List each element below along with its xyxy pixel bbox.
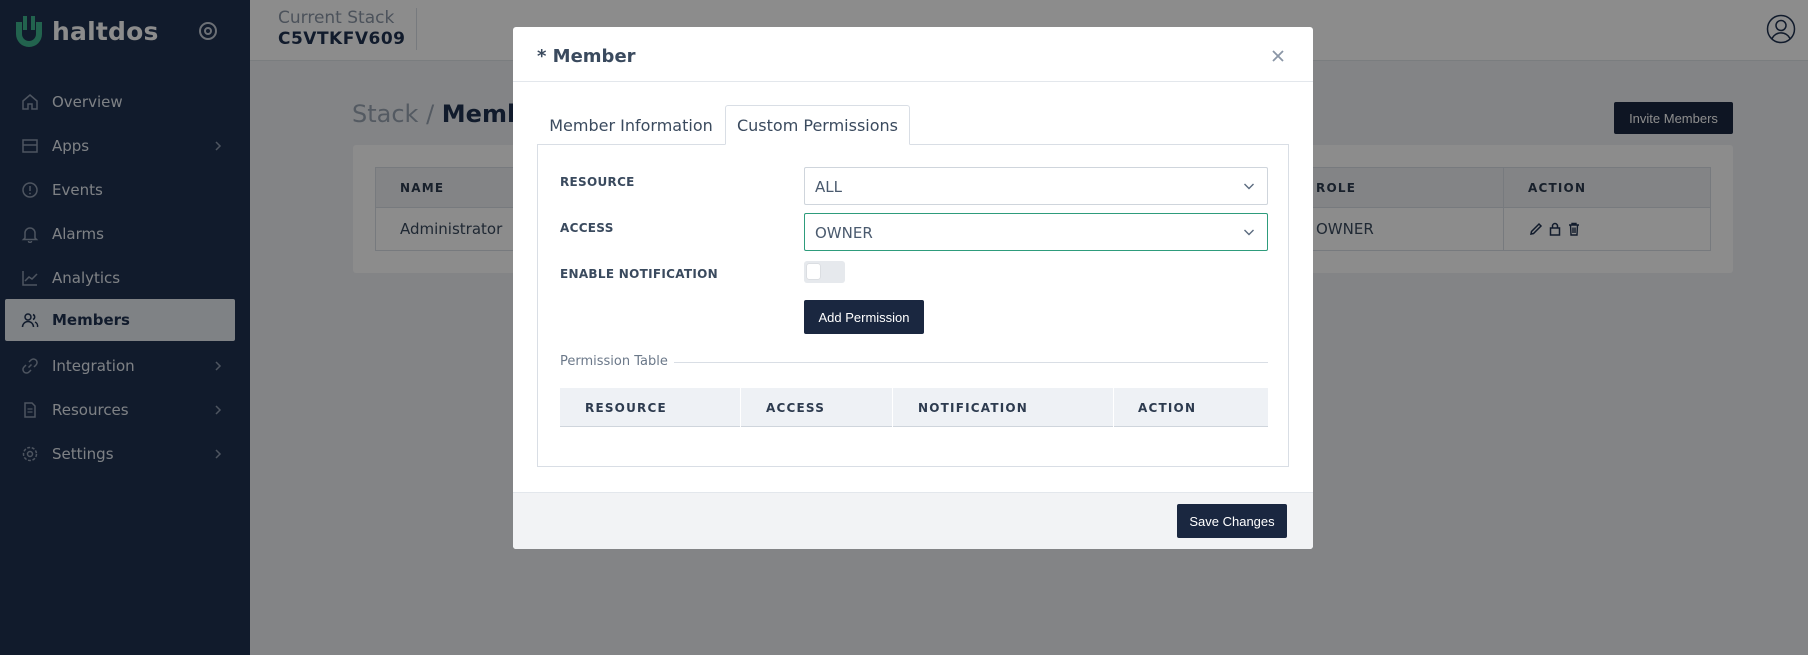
chevron-down-icon (1244, 229, 1254, 236)
column-divider (740, 388, 741, 427)
toggle-knob (807, 264, 820, 279)
modal-title: * Member (537, 46, 636, 67)
add-permission-button[interactable]: Add Permission (804, 300, 924, 334)
enable-notification-toggle[interactable] (804, 261, 845, 283)
resource-select-value: ALL (815, 178, 842, 196)
column-header-action: ACTION (1138, 401, 1197, 415)
tab-custom-permissions[interactable]: Custom Permissions (725, 105, 910, 145)
legend-divider (674, 362, 1268, 363)
tab-member-information[interactable]: Member Information (537, 105, 725, 145)
chevron-down-icon (1244, 183, 1254, 190)
modal-tabs: Member Information Custom Permissions (537, 105, 1289, 145)
enable-notification-label: ENABLE NOTIFICATION (560, 267, 719, 281)
permission-table-legend: Permission Table (560, 354, 668, 369)
member-modal: * Member Member Information Custom Permi… (513, 27, 1313, 549)
column-header-access: ACCESS (766, 401, 826, 415)
permission-table-header: RESOURCE ACCESS NOTIFICATION ACTION (560, 388, 1268, 427)
save-changes-button[interactable]: Save Changes (1177, 504, 1287, 538)
modal-footer: Save Changes (513, 492, 1313, 549)
column-divider (1113, 388, 1114, 427)
resource-select[interactable]: ALL (804, 167, 1268, 205)
access-label: ACCESS (560, 221, 614, 235)
resource-label: RESOURCE (560, 175, 635, 189)
custom-permissions-panel: RESOURCE ALL ACCESS OWNER ENABLE NOTIFIC… (537, 144, 1289, 467)
column-header-resource: RESOURCE (585, 401, 667, 415)
access-select[interactable]: OWNER (804, 213, 1268, 251)
access-select-value: OWNER (815, 224, 873, 242)
column-header-notification: NOTIFICATION (918, 401, 1029, 415)
modal-header: * Member (513, 27, 1313, 82)
close-icon[interactable] (1271, 49, 1285, 63)
column-divider (892, 388, 893, 427)
